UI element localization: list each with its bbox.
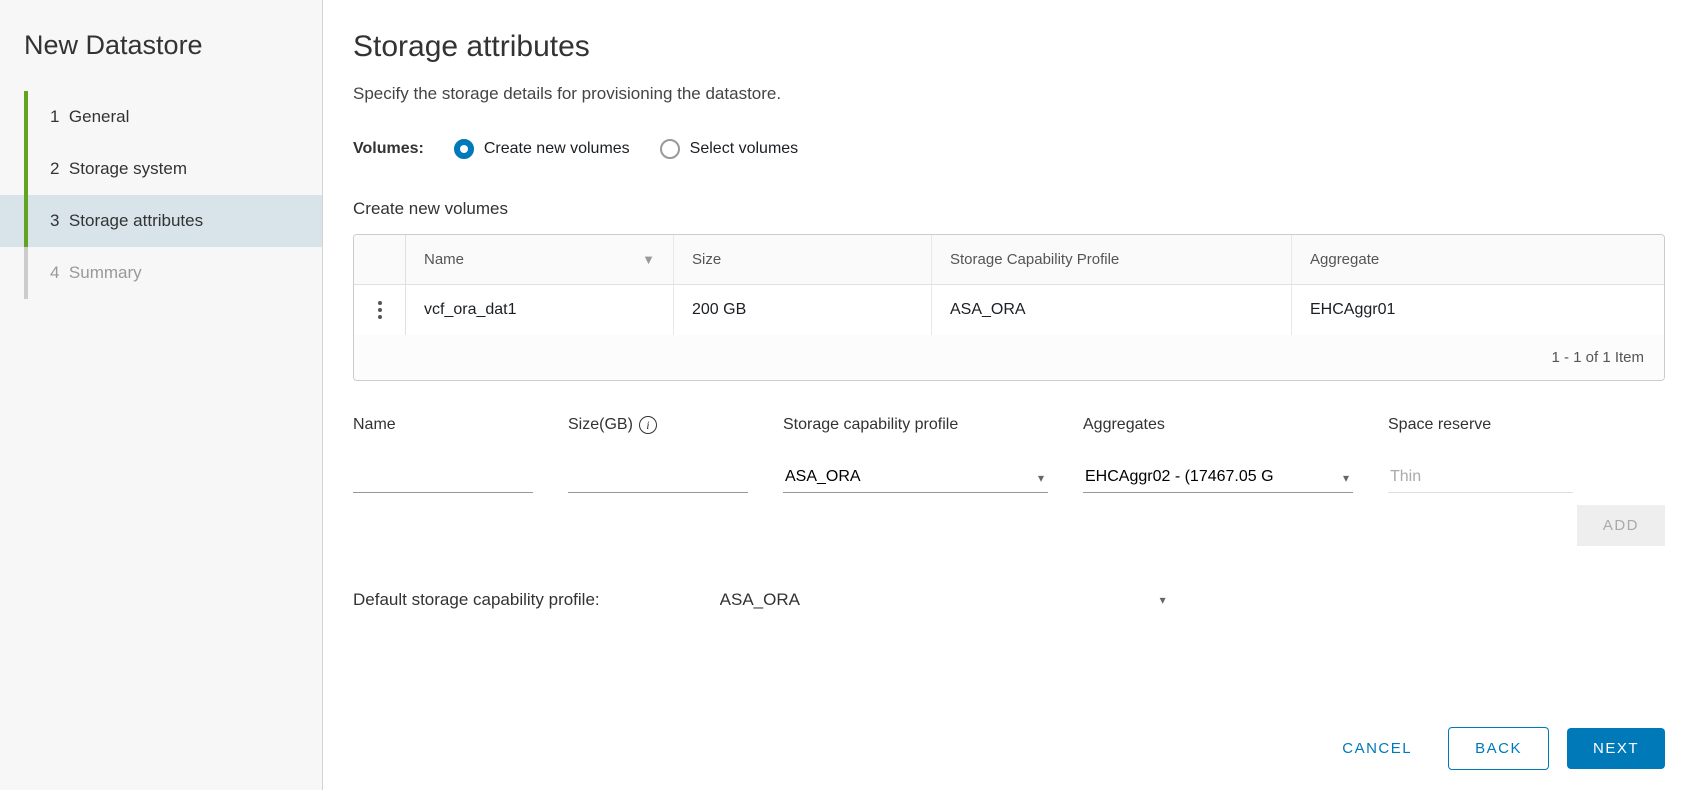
main-content: Storage attributes Specify the storage d… — [323, 0, 1695, 790]
step-storage-attributes[interactable]: 3 Storage attributes — [0, 195, 322, 247]
col-name[interactable]: Name ▼ — [406, 235, 674, 284]
page-title: Storage attributes — [353, 30, 1665, 64]
wizard-sidebar: New Datastore 1 General 2 Storage system… — [0, 0, 323, 790]
field-name: Name — [353, 416, 533, 493]
volumes-selector: Volumes: Create new volumes Select volum… — [353, 139, 1665, 159]
table-footer: 1 - 1 of 1 Item — [354, 335, 1664, 380]
profile-select[interactable] — [783, 462, 1048, 493]
field-space-reserve: Space reserve — [1388, 416, 1573, 493]
step-label: Storage system — [69, 159, 187, 178]
field-label: Aggregates — [1083, 416, 1353, 434]
step-storage-system[interactable]: 2 Storage system — [0, 143, 322, 195]
field-label: Name — [353, 416, 533, 434]
row-actions-menu[interactable] — [354, 285, 406, 335]
kebab-icon — [378, 301, 382, 319]
radio-select-volumes[interactable]: Select volumes — [660, 139, 799, 159]
add-volume-form: Name Size(GB) i Storage capability profi… — [353, 416, 1665, 493]
section-heading: Create new volumes — [353, 199, 1665, 219]
info-icon[interactable]: i — [639, 416, 657, 434]
cell-size: 200 GB — [674, 285, 932, 335]
field-size: Size(GB) i — [568, 416, 748, 493]
default-profile-select[interactable] — [720, 586, 1170, 614]
table-body: vcf_ora_dat1 200 GB ASA_ORA EHCAggr01 — [354, 285, 1664, 335]
step-number: 2 — [50, 159, 59, 178]
field-label: Space reserve — [1388, 416, 1573, 434]
step-number: 1 — [50, 107, 59, 126]
field-label: Size(GB) i — [568, 416, 748, 434]
next-button[interactable]: NEXT — [1567, 728, 1665, 769]
step-label: General — [69, 107, 129, 126]
volumes-table: Name ▼ Size Storage Capability Profile A… — [353, 234, 1665, 381]
page-subtitle: Specify the storage details for provisio… — [353, 84, 1665, 104]
step-general[interactable]: 1 General — [0, 91, 322, 143]
col-aggregate[interactable]: Aggregate — [1292, 235, 1664, 284]
radio-label: Create new volumes — [484, 140, 630, 158]
cell-profile: ASA_ORA — [932, 285, 1292, 335]
cell-name: vcf_ora_dat1 — [406, 285, 674, 335]
back-button[interactable]: BACK — [1448, 727, 1549, 770]
table-header: Name ▼ Size Storage Capability Profile A… — [354, 235, 1664, 285]
col-profile[interactable]: Storage Capability Profile — [932, 235, 1292, 284]
aggregates-select[interactable] — [1083, 462, 1353, 493]
volumes-label: Volumes: — [353, 140, 424, 158]
wizard-title: New Datastore — [0, 30, 322, 91]
cell-aggregate: EHCAggr01 — [1292, 285, 1664, 335]
filter-icon[interactable]: ▼ — [642, 252, 655, 267]
wizard-footer: CANCEL BACK NEXT — [1324, 727, 1665, 770]
col-size[interactable]: Size — [674, 235, 932, 284]
col-label: Name — [424, 251, 464, 268]
field-label: Storage capability profile — [783, 416, 1048, 434]
step-number: 4 — [50, 263, 59, 282]
radio-label: Select volumes — [690, 140, 799, 158]
size-input[interactable] — [568, 462, 748, 493]
col-actions — [354, 235, 406, 284]
table-row: vcf_ora_dat1 200 GB ASA_ORA EHCAggr01 — [354, 285, 1664, 335]
radio-create-volumes[interactable]: Create new volumes — [454, 139, 630, 159]
field-aggregates: Aggregates ▾ — [1083, 416, 1353, 493]
step-number: 3 — [50, 211, 59, 230]
step-label: Summary — [69, 263, 142, 282]
step-summary[interactable]: 4 Summary — [0, 247, 322, 299]
name-input[interactable] — [353, 462, 533, 493]
wizard-steps: 1 General 2 Storage system 3 Storage att… — [0, 91, 322, 299]
step-label: Storage attributes — [69, 211, 203, 230]
cancel-button[interactable]: CANCEL — [1324, 728, 1430, 769]
field-profile: Storage capability profile ▾ — [783, 416, 1048, 493]
default-profile-row: Default storage capability profile: ▾ — [353, 586, 1665, 614]
add-button[interactable]: ADD — [1577, 505, 1665, 546]
default-profile-label: Default storage capability profile: — [353, 590, 600, 610]
space-reserve-input[interactable] — [1388, 462, 1573, 493]
